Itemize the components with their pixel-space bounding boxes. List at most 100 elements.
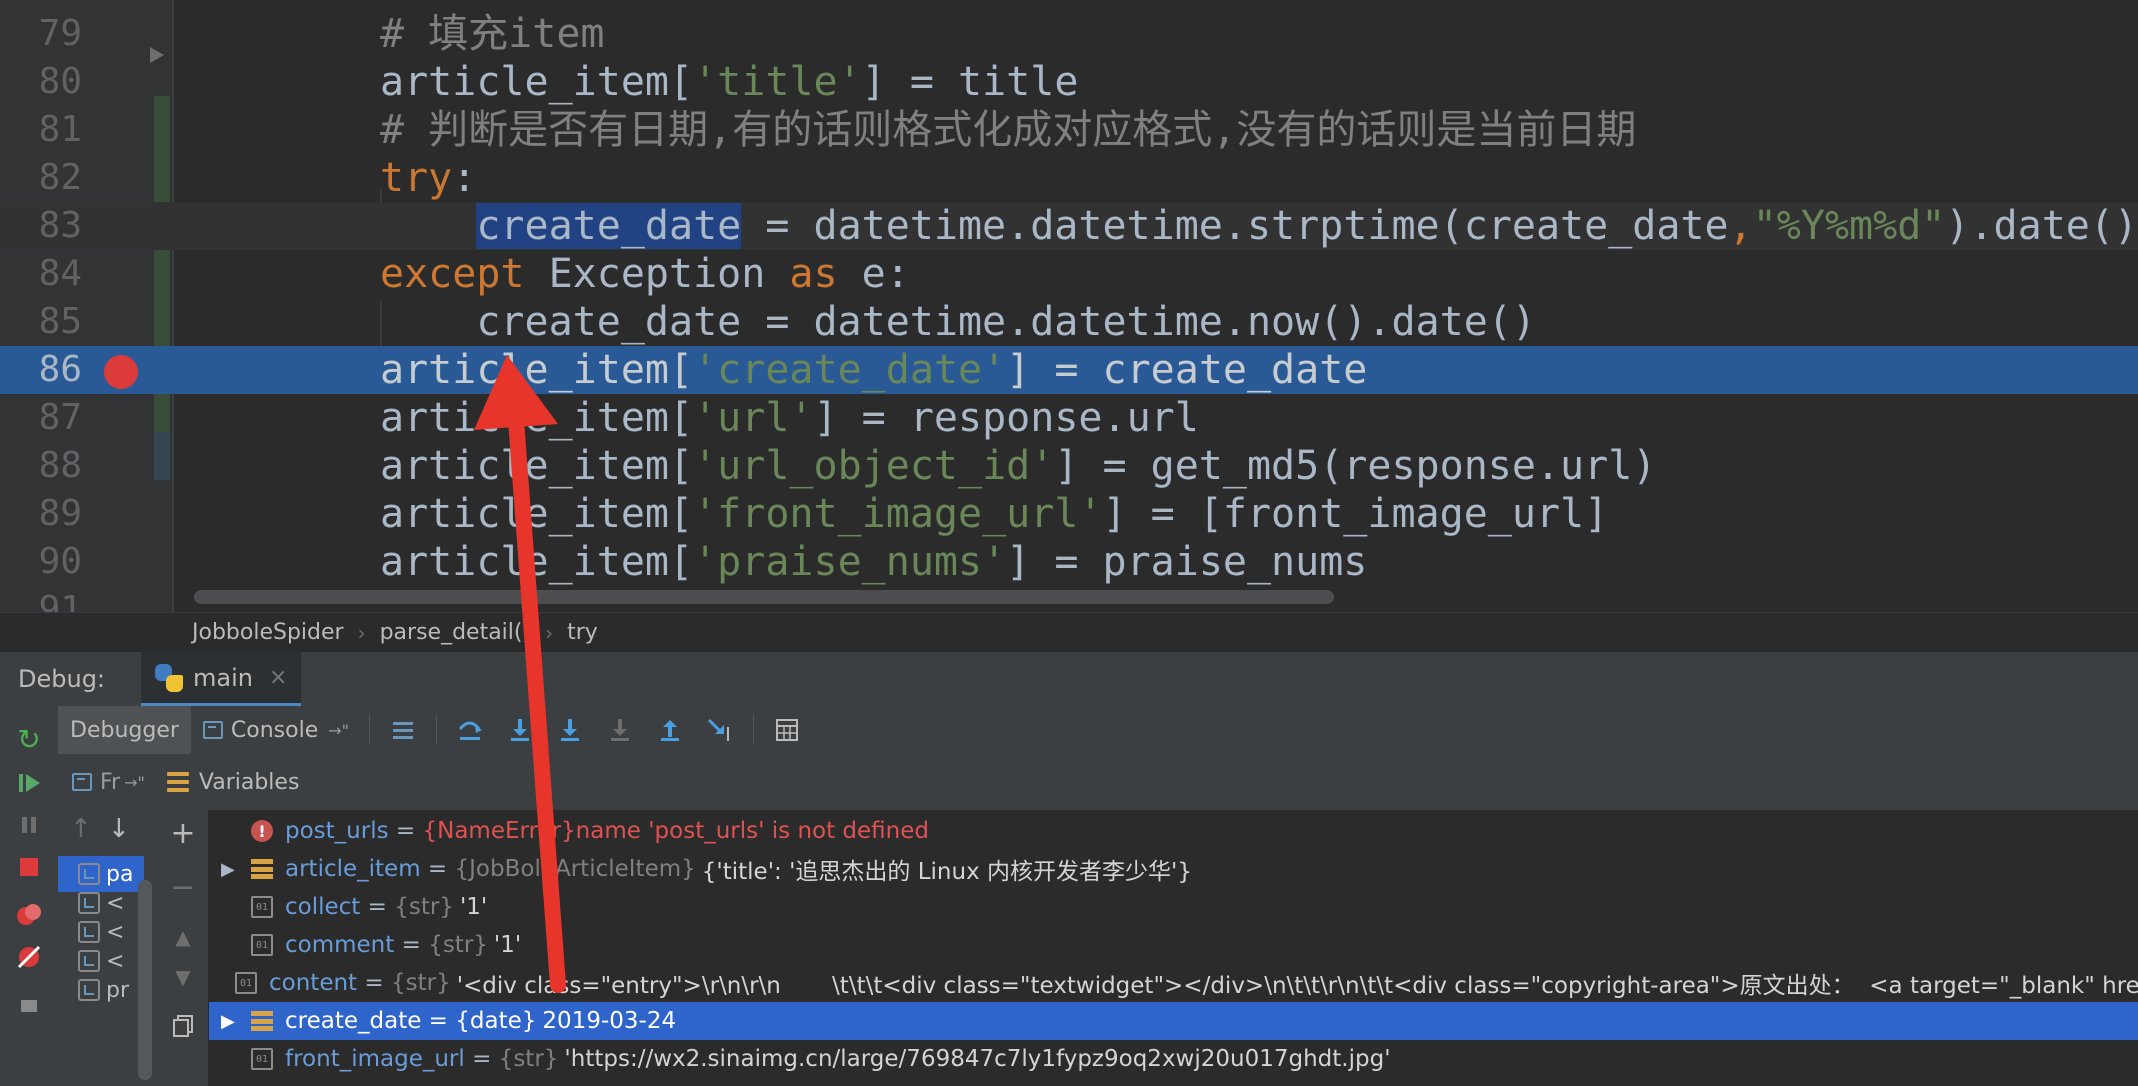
- object-icon: [251, 858, 273, 880]
- variables-tree[interactable]: ! post_urls = {NameError}name 'post_urls'…: [209, 810, 2138, 1086]
- breadcrumb-item-block[interactable]: try: [567, 620, 598, 645]
- code-line[interactable]: 84 except Exception as e:: [0, 250, 2138, 298]
- variable-row-content[interactable]: 01 content = {str} '<div class="entry">\r\…: [209, 964, 2138, 1002]
- toolbar-divider: [753, 715, 755, 745]
- expand-arrow-icon[interactable]: ▶: [221, 859, 237, 880]
- debug-side-toolbar: ↻: [0, 706, 59, 1086]
- code-line[interactable]: 89 article_item['front_image_url'] = [fro…: [0, 490, 2138, 538]
- code-line[interactable]: 79 # 填充item: [0, 10, 2138, 58]
- mute-breakpoints-icon[interactable]: [14, 942, 44, 972]
- code-text: # 填充item: [380, 10, 605, 58]
- variable-value: '1': [459, 894, 488, 920]
- watches-toolbar: + − ▲ ▼: [158, 810, 209, 1086]
- rerun-icon[interactable]: ↻: [14, 723, 44, 756]
- toolbar-divider: [369, 715, 371, 745]
- code-line[interactable]: 85 create_date = datetime.datetime.now()…: [0, 298, 2138, 346]
- code-line[interactable]: 86 article_item['create_date'] = create_d…: [0, 346, 2138, 394]
- code-editor[interactable]: 79 # 填充item 80 article_item['title'] = titl…: [0, 0, 2138, 612]
- toolbar-divider: [436, 715, 438, 745]
- move-up-icon[interactable]: ▲: [168, 922, 198, 952]
- step-out-icon[interactable]: [653, 713, 687, 747]
- variable-value: '1': [493, 932, 522, 958]
- add-watch-icon[interactable]: +: [168, 816, 198, 851]
- variable-row-comment[interactable]: 01 comment = {str} '1': [209, 926, 2138, 964]
- expand-arrow-icon[interactable]: ▶: [221, 1011, 237, 1032]
- frame-icon: [78, 892, 100, 914]
- variable-row-front-image-url[interactable]: 01 front_image_url = {str}'https://wx2.si…: [209, 1040, 2138, 1078]
- show-execution-point-icon[interactable]: [386, 713, 420, 747]
- variable-type: {str}: [428, 932, 488, 958]
- code-token: ] = praise_nums: [1006, 539, 1368, 585]
- stop-icon[interactable]: [14, 852, 44, 882]
- settings-icon[interactable]: [14, 986, 44, 1016]
- view-breakpoints-icon[interactable]: [14, 900, 44, 930]
- force-step-into-icon[interactable]: [603, 713, 637, 747]
- line-number: 80: [38, 61, 82, 102]
- evaluate-expression-icon[interactable]: [770, 713, 804, 747]
- breadcrumb: JobboleSpider › parse_detail() › try: [0, 612, 2138, 652]
- variable-equals: =: [421, 1008, 456, 1034]
- frames-header[interactable]: Fr →": [72, 770, 145, 795]
- code-line[interactable]: 87 article_item['url'] = response.url: [0, 394, 2138, 442]
- code-text: try:: [380, 154, 476, 202]
- code-token: e:: [861, 251, 910, 297]
- frames-scrollbar[interactable]: [138, 880, 152, 1080]
- code-token: create_date: [476, 203, 742, 249]
- variable-value: 'https://wx2.sinaimg.cn/large/769847c7ly…: [564, 1046, 1391, 1072]
- move-down-icon[interactable]: ▼: [168, 962, 198, 992]
- variable-row-collect[interactable]: 01 collect = {str} '1': [209, 888, 2138, 926]
- variable-row-article-item[interactable]: ▶ article_item = {JobBoleArticleItem} {'ti…: [209, 850, 2138, 888]
- variable-type: {str}: [394, 894, 454, 920]
- code-line[interactable]: 90 article_item['praise_nums'] = praise_n…: [0, 538, 2138, 586]
- code-line[interactable]: 83 create_date = datetime.datetime.strpt…: [0, 202, 2138, 250]
- variable-value: {NameError}name 'post_urls' is not defin…: [422, 818, 929, 844]
- step-into-my-code-icon[interactable]: [553, 713, 587, 747]
- frame-item[interactable]: pr: [58, 972, 144, 1008]
- line-number: 91: [38, 589, 82, 612]
- line-number: 86: [38, 349, 82, 390]
- arrow-down-icon[interactable]: ↓: [108, 814, 130, 844]
- line-number: 79: [38, 13, 82, 54]
- tab-console[interactable]: Console →": [191, 706, 361, 754]
- close-icon[interactable]: ×: [269, 665, 287, 690]
- variable-row-post-urls[interactable]: ! post_urls = {NameError}name 'post_urls'…: [209, 812, 2138, 850]
- horizontal-scrollbar[interactable]: [194, 590, 1334, 604]
- primitive-icon: 01: [235, 972, 257, 994]
- breadcrumb-item-method[interactable]: parse_detail(): [380, 620, 532, 645]
- code-line[interactable]: 88 article_item['url_object_id'] = get_md…: [0, 442, 2138, 490]
- tab-debugger[interactable]: Debugger: [58, 706, 191, 754]
- code-token: 'url': [693, 395, 814, 441]
- frames-icon: [72, 773, 92, 791]
- code-line[interactable]: 80 article_item['title'] = title: [0, 58, 2138, 106]
- error-icon: !: [251, 820, 273, 842]
- pause-icon[interactable]: [14, 810, 44, 840]
- step-over-icon[interactable]: [453, 713, 487, 747]
- code-text: except Exception as e:: [380, 250, 910, 298]
- breakpoint-icon[interactable]: [104, 355, 138, 389]
- line-number: 88: [38, 445, 82, 486]
- frame-icon: [78, 921, 100, 943]
- step-into-icon[interactable]: [503, 713, 537, 747]
- copy-icon[interactable]: [168, 1010, 198, 1040]
- frame-icon: [78, 950, 100, 972]
- variable-name: content: [269, 970, 358, 996]
- code-token: = datetime.datetime.strptime(create_date: [741, 203, 1729, 249]
- primitive-icon: 01: [251, 896, 273, 918]
- breadcrumb-item-class[interactable]: JobboleSpider: [192, 620, 344, 645]
- code-line[interactable]: 82 try:: [0, 154, 2138, 202]
- resume-icon[interactable]: [14, 768, 44, 798]
- remove-watch-icon[interactable]: −: [168, 870, 198, 905]
- variable-value: {'title': '追思杰出的 Linux 内核开发者李少华'}: [701, 859, 1192, 885]
- frame-label: <: [106, 919, 125, 945]
- debug-session-tab-label: main: [193, 663, 253, 692]
- run-to-cursor-icon[interactable]: [703, 713, 737, 747]
- line-number: 81: [38, 109, 82, 150]
- code-line[interactable]: 81 # 判断是否有日期,有的话则格式化成对应格式,没有的话则是当前日期: [0, 106, 2138, 154]
- debug-session-tab-main[interactable]: main ×: [141, 652, 302, 706]
- variable-row-create-date[interactable]: ▶ create_date = {date} 2019-03-24: [209, 1002, 2138, 1040]
- code-text: article_item['url_object_id'] = get_md5(…: [380, 442, 1656, 490]
- object-icon: [251, 1010, 273, 1032]
- code-token: ).date(): [1945, 203, 2138, 249]
- arrow-up-icon[interactable]: ↑: [70, 814, 92, 844]
- variable-type: {str}: [498, 1046, 559, 1072]
